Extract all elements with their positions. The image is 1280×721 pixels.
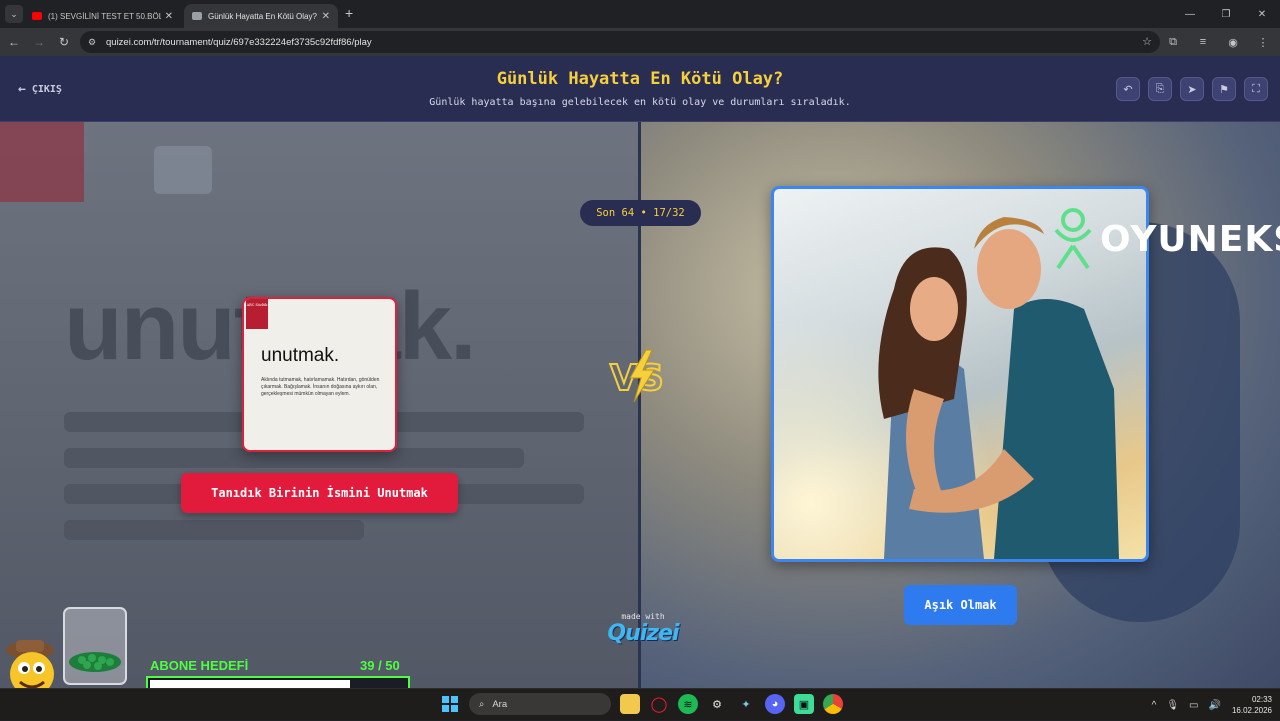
quizei-favicon-icon <box>192 12 202 20</box>
watermark-text: OYUNEKS <box>1100 218 1280 260</box>
search-label: Ara <box>492 698 508 710</box>
media-icon[interactable]: ≡ <box>1192 31 1214 53</box>
discord-icon[interactable]: ◕ <box>765 694 785 714</box>
close-tab-icon[interactable]: ✕ <box>165 11 173 22</box>
share-icon[interactable]: ⎘ <box>1148 77 1172 101</box>
url-text[interactable]: quizei.com/tr/tournament/quiz/697e332224… <box>106 37 372 48</box>
youtube-icon <box>32 12 42 20</box>
volume-icon[interactable]: 🔊 <box>1209 700 1221 711</box>
quiz-page: unutmak. ← ÇIKIŞ Günlük Hayatta En Kötü … <box>0 56 1280 688</box>
goal-progress-fill <box>150 680 350 688</box>
forward-icon[interactable]: → <box>28 31 50 53</box>
chrome-icon[interactable] <box>823 694 843 714</box>
quizei-logo: Quizei <box>607 621 679 646</box>
file-explorer-icon[interactable] <box>620 694 640 714</box>
quiz-title: Günlük Hayatta En Kötü Olay? <box>496 69 784 89</box>
windows-start-icon[interactable] <box>440 694 460 714</box>
settings-icon[interactable]: ✦ <box>736 694 756 714</box>
microphone-icon[interactable]: 🎙 <box>1166 700 1179 711</box>
goal-count: 39 / 50 <box>360 658 400 673</box>
site-info-icon[interactable]: ⚙ <box>88 37 102 48</box>
chevron-up-icon[interactable]: ^ <box>1152 700 1157 711</box>
browser-tools: ⧉ ≡ ◉ ⋮ <box>1162 31 1274 53</box>
tab-quiz[interactable]: Günlük Hayatta En Kötü Olay? - ✕ <box>184 4 338 28</box>
clock[interactable]: 02:33 16.02.2026 <box>1232 694 1272 716</box>
left-option-card[interactable]: ABC Sözlük unutmak. Aklında tutmamak, ha… <box>242 297 397 452</box>
clock-date: 16.02.2026 <box>1231 706 1272 715</box>
browser-tab-strip: ⌄ (1) SEVGİLİNİ TEST ET 50.BÖLÜM ✕ Günlü… <box>0 0 1280 28</box>
app-icon[interactable]: ▣ <box>794 694 814 714</box>
taskbar: ⌕ Ara ◯ ≋ ⚙ ✦ ◕ ▣ ^ 🎙 ▭ 🔊 02:33 16.02.20… <box>0 688 1280 720</box>
made-with-badge[interactable]: made with Quizei <box>598 612 688 646</box>
card-tag: ABC Sözlük <box>246 299 268 329</box>
money-jar-icon <box>63 607 127 685</box>
versus-icon: VS <box>609 349 665 403</box>
header-actions: ↶ ⎘ ➤ ⚑ ⛶ <box>1116 77 1268 101</box>
background-line <box>64 520 364 540</box>
cowboy-emoji-icon <box>6 640 54 688</box>
bookmark-star-icon[interactable]: ☆ <box>1142 35 1152 48</box>
clock-time: 02:33 <box>1251 695 1272 704</box>
right-option-button[interactable]: Aşık Olmak <box>904 585 1017 625</box>
background-ribbon <box>0 122 84 202</box>
system-tray: ^ 🎙 ▭ 🔊 02:33 16.02.2026 <box>1147 689 1280 721</box>
reload-icon[interactable]: ↻ <box>53 31 75 53</box>
taskbar-apps: ⌕ Ara ◯ ≋ ⚙ ✦ ◕ ▣ <box>440 693 843 715</box>
close-tab-icon[interactable]: ✕ <box>322 11 330 22</box>
send-icon[interactable]: ➤ <box>1180 77 1204 101</box>
quiz-subtitle: Günlük hayatta başına gelebilecek en köt… <box>429 97 851 108</box>
round-badge: Son 64 • 17/32 <box>580 200 701 226</box>
menu-icon[interactable]: ⋮ <box>1252 31 1274 53</box>
opera-icon[interactable]: ◯ <box>649 694 669 714</box>
undo-icon[interactable]: ↶ <box>1116 77 1140 101</box>
address-bar[interactable]: ⚙ quizei.com/tr/tournament/quiz/697e3322… <box>80 31 1160 53</box>
card-definition: Aklında tutmamak, hatırlamamak. Hatırdan… <box>261 377 380 397</box>
oyuneks-logo-icon <box>1054 208 1092 270</box>
made-with-label: made with <box>621 612 665 621</box>
quiz-header: ← ÇIKIŞ Günlük Hayatta En Kötü Olay? Gün… <box>0 56 1280 122</box>
flag-icon[interactable]: ⚑ <box>1212 77 1236 101</box>
network-icon[interactable]: ▭ <box>1189 700 1198 711</box>
left-option-button[interactable]: Tanıdık Birinin İsmini Unutmak <box>181 473 458 513</box>
tab-search-button[interactable]: ⌄ <box>5 5 23 23</box>
fullscreen-icon[interactable]: ⛶ <box>1244 77 1268 101</box>
close-window-icon[interactable]: ✕ <box>1244 0 1280 28</box>
profile-icon[interactable]: ◉ <box>1222 31 1244 53</box>
new-tab-button[interactable]: + <box>345 5 353 21</box>
search-icon: ⌕ <box>479 698 485 710</box>
spotify-icon[interactable]: ≋ <box>678 694 698 714</box>
extensions-icon[interactable]: ⧉ <box>1162 31 1184 53</box>
back-icon[interactable]: ← <box>3 31 25 53</box>
restore-icon[interactable]: ❐ <box>1208 0 1244 28</box>
card-word: unutmak. <box>261 345 340 366</box>
background-blob <box>154 146 212 194</box>
window-controls: — ❐ ✕ <box>1172 0 1280 28</box>
taskbar-search[interactable]: ⌕ Ara <box>469 693 611 715</box>
tab-youtube[interactable]: (1) SEVGİLİNİ TEST ET 50.BÖLÜM ✕ <box>24 4 181 28</box>
goal-progress-bar <box>146 676 410 688</box>
browser-toolbar: ← → ↻ ⚙ quizei.com/tr/tournament/quiz/69… <box>0 28 1280 56</box>
steam-icon[interactable]: ⚙ <box>707 694 727 714</box>
goal-label: ABONE HEDEFİ <box>150 658 249 673</box>
tab-title: (1) SEVGİLİNİ TEST ET 50.BÖLÜM <box>48 11 161 21</box>
minimize-icon[interactable]: — <box>1172 0 1208 28</box>
oyuneks-watermark: OYUNEKS <box>1050 206 1280 272</box>
tab-title: Günlük Hayatta En Kötü Olay? - <box>208 11 318 21</box>
